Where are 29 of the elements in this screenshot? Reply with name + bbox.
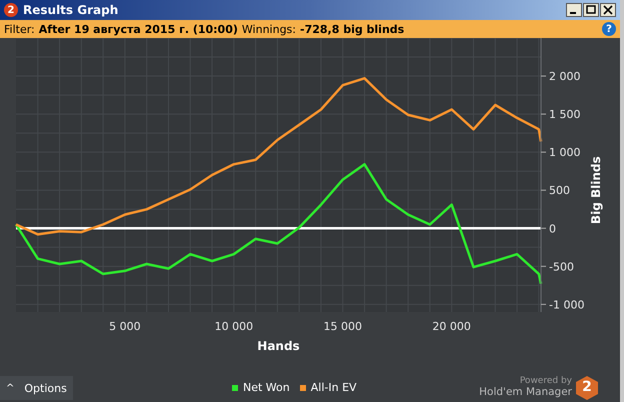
brand-logo: 2 — [576, 376, 598, 400]
product-name: Hold'em Manager — [479, 387, 572, 399]
window-title: Results Graph — [23, 3, 118, 17]
y-tick-label: 0 — [549, 222, 556, 236]
winnings-value: -728,8 big blinds — [300, 22, 404, 36]
maximize-button[interactable] — [583, 3, 599, 17]
y-tick-label: 500 — [549, 184, 570, 198]
options-button[interactable]: ^ Options — [0, 376, 73, 400]
x-axis-title: Hands — [257, 339, 300, 353]
y-tick-label: -1 000 — [549, 298, 584, 312]
y-tick-label: -500 — [549, 260, 574, 274]
filter-label: Filter: — [4, 22, 35, 36]
legend-label: Net Won — [243, 381, 290, 394]
close-button[interactable] — [600, 3, 616, 17]
y-tick-label: 1 000 — [549, 146, 580, 160]
x-tick-label: 5 000 — [109, 320, 141, 333]
help-icon[interactable]: ? — [602, 22, 616, 36]
legend-label: All-In EV — [310, 381, 357, 394]
x-tick-label: 15 000 — [324, 320, 362, 333]
y-tick-label: 1 500 — [549, 108, 580, 122]
y-axis-title: Big Blinds — [589, 156, 603, 224]
y-tick-label: 2 000 — [549, 70, 580, 84]
minimize-button[interactable] — [566, 3, 582, 17]
filter-value: After 19 августа 2015 г. (10:00) — [38, 22, 238, 36]
x-tick-label: 20 000 — [432, 320, 471, 333]
winnings-label: Winnings: — [242, 22, 296, 36]
x-tick-label: 10 000 — [214, 320, 254, 333]
app-logo: 2 — [4, 3, 18, 17]
powered-by-text: Powered by — [520, 377, 572, 387]
